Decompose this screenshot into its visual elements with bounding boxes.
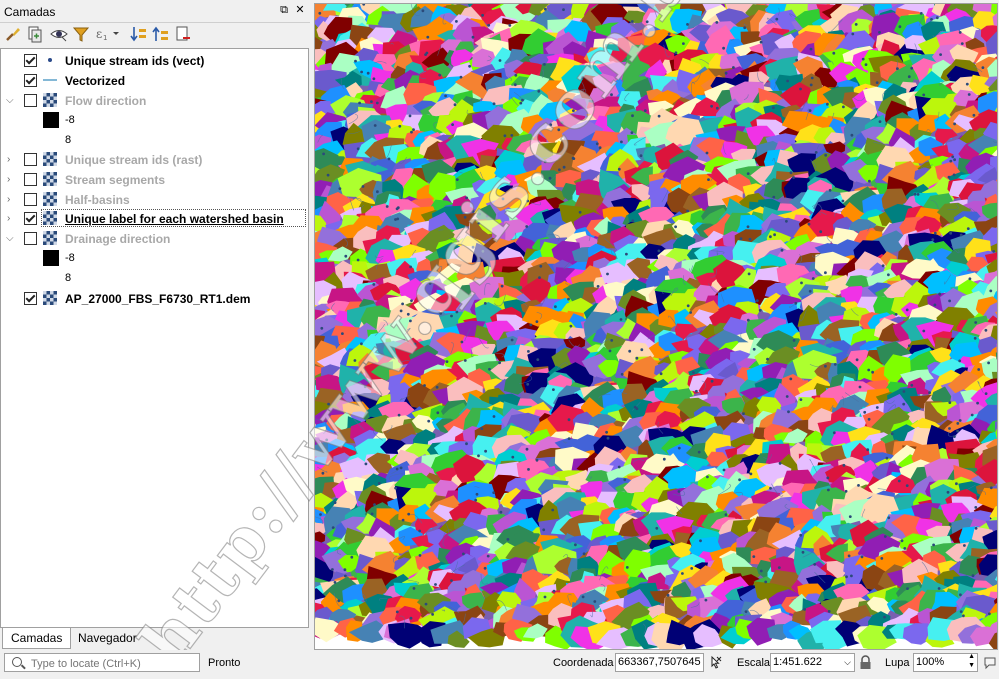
magnifier-label: Lupa: [885, 657, 909, 669]
layer-name: Unique stream ids (vect): [65, 54, 204, 68]
layer-row[interactable]: › Unique stream ids (rast): [1, 150, 306, 169]
layer-tree: Unique stream ids (vect) Vectorized ⌵ Fl…: [0, 48, 309, 628]
legend-swatch: [43, 112, 59, 128]
eye-icon[interactable]: [50, 25, 68, 43]
locator-input[interactable]: [29, 655, 201, 672]
float-panel-button[interactable]: ⧉: [277, 3, 291, 17]
layer-name: Stream segments: [65, 173, 165, 187]
status-message: Pronto: [208, 657, 240, 669]
coordinate-input[interactable]: [618, 655, 703, 670]
legend-value: 8: [65, 272, 71, 284]
layer-row[interactable]: ⌵ Drainage direction: [1, 229, 306, 248]
layer-name: Unique stream ids (rast): [65, 153, 202, 167]
legend-item: 8: [1, 131, 306, 150]
layer-visibility-checkbox[interactable]: [24, 74, 37, 87]
layers-toolbar: ε 1: [0, 23, 310, 47]
layer-row[interactable]: Unique stream ids (vect): [1, 51, 306, 70]
line-layer-icon: [43, 73, 57, 87]
style-brush-icon[interactable]: [4, 25, 22, 43]
raster-layer-icon: [43, 93, 57, 107]
legend-item: -8: [1, 249, 306, 268]
watershed-basins-render: [315, 4, 997, 649]
expand-all-icon[interactable]: [130, 25, 148, 43]
layer-row-selected[interactable]: › Unique label for each watershed basin: [1, 209, 306, 228]
expand-chevron-icon[interactable]: ›: [7, 174, 17, 186]
magnifier-spinbox[interactable]: 100% ▲▼: [913, 653, 978, 672]
status-bar: Pronto Coordenada Escala 1:451.622 ⌵ Lup…: [0, 650, 999, 676]
collapse-chevron-icon[interactable]: ⌵: [6, 233, 16, 245]
layer-visibility-checkbox[interactable]: [24, 212, 37, 225]
messages-icon[interactable]: [983, 655, 997, 670]
remove-layer-icon[interactable]: [174, 25, 192, 43]
layer-visibility-checkbox[interactable]: [24, 292, 37, 305]
layer-name: AP_27000_FBS_F6730_RT1.dem: [65, 292, 250, 306]
spin-arrows-icon[interactable]: ▲▼: [968, 652, 975, 670]
layers-panel-titlebar: Camadas ⧉ ✕: [0, 0, 310, 23]
layers-panel-title: Camadas: [4, 5, 55, 19]
layer-name: Vectorized: [65, 74, 125, 88]
coordinate-field[interactable]: [615, 653, 704, 672]
toggle-extents-mouse-icon[interactable]: [708, 654, 724, 672]
tab-navegador[interactable]: Navegador: [70, 628, 145, 648]
legend-value: 8: [65, 134, 71, 146]
svg-text:1: 1: [103, 34, 107, 42]
expand-chevron-icon[interactable]: ›: [7, 194, 17, 206]
legend-value: -8: [65, 252, 75, 264]
layer-name: Drainage direction: [65, 232, 170, 246]
expand-chevron-icon[interactable]: ›: [7, 154, 17, 166]
layer-row[interactable]: Vectorized: [1, 71, 306, 90]
layer-row[interactable]: AP_27000_FBS_F6730_RT1.dem: [1, 289, 306, 308]
scale-label: Escala: [737, 657, 770, 669]
layer-name: Flow direction: [65, 94, 146, 108]
legend-value: -8: [65, 114, 75, 126]
collapse-all-icon[interactable]: [152, 25, 170, 43]
layers-panel: Camadas ⧉ ✕ ε 1: [0, 0, 310, 650]
raster-layer-icon: [43, 291, 57, 305]
layer-name: Unique label for each watershed basin: [65, 212, 284, 226]
scale-combobox[interactable]: 1:451.622 ⌵: [770, 653, 855, 672]
layer-row[interactable]: ⌵ Flow direction: [1, 91, 306, 110]
panel-tabs: Camadas Navegador: [0, 628, 310, 650]
point-layer-icon: [43, 53, 57, 67]
raster-layer-icon: [43, 231, 57, 245]
layer-visibility-checkbox[interactable]: [24, 193, 37, 206]
raster-layer-icon: [43, 192, 57, 206]
coordinate-label: Coordenada: [553, 657, 614, 669]
locator-box[interactable]: [4, 653, 200, 672]
search-icon: [12, 657, 22, 667]
layer-name: Half-basins: [65, 193, 130, 207]
svg-text:ε: ε: [96, 27, 102, 41]
map-canvas[interactable]: [314, 3, 998, 650]
expand-chevron-icon[interactable]: ›: [7, 213, 17, 225]
dropdown-chevron-icon[interactable]: ⌵: [844, 654, 851, 671]
layer-visibility-checkbox[interactable]: [24, 54, 37, 67]
layer-visibility-checkbox[interactable]: [24, 94, 37, 107]
expression-filter-icon[interactable]: ε 1: [94, 25, 122, 43]
legend-item: -8: [1, 111, 306, 130]
layer-visibility-checkbox[interactable]: [24, 173, 37, 186]
layer-row[interactable]: › Stream segments: [1, 170, 306, 189]
raster-layer-icon: [43, 172, 57, 186]
raster-layer-icon: [43, 211, 57, 225]
layer-visibility-checkbox[interactable]: [24, 153, 37, 166]
collapse-chevron-icon[interactable]: ⌵: [6, 95, 16, 107]
legend-swatch: [43, 250, 59, 266]
filter-icon[interactable]: [72, 25, 90, 43]
layer-row[interactable]: › Half-basins: [1, 190, 306, 209]
lock-scale-icon[interactable]: [859, 655, 872, 670]
close-panel-button[interactable]: ✕: [293, 3, 307, 17]
add-group-icon[interactable]: [26, 25, 44, 43]
legend-item: 8: [1, 269, 306, 288]
tab-camadas[interactable]: Camadas: [2, 628, 71, 649]
raster-layer-icon: [43, 152, 57, 166]
scale-value: 1:451.622: [773, 656, 822, 668]
magnifier-value: 100%: [916, 656, 944, 668]
layer-visibility-checkbox[interactable]: [24, 232, 37, 245]
